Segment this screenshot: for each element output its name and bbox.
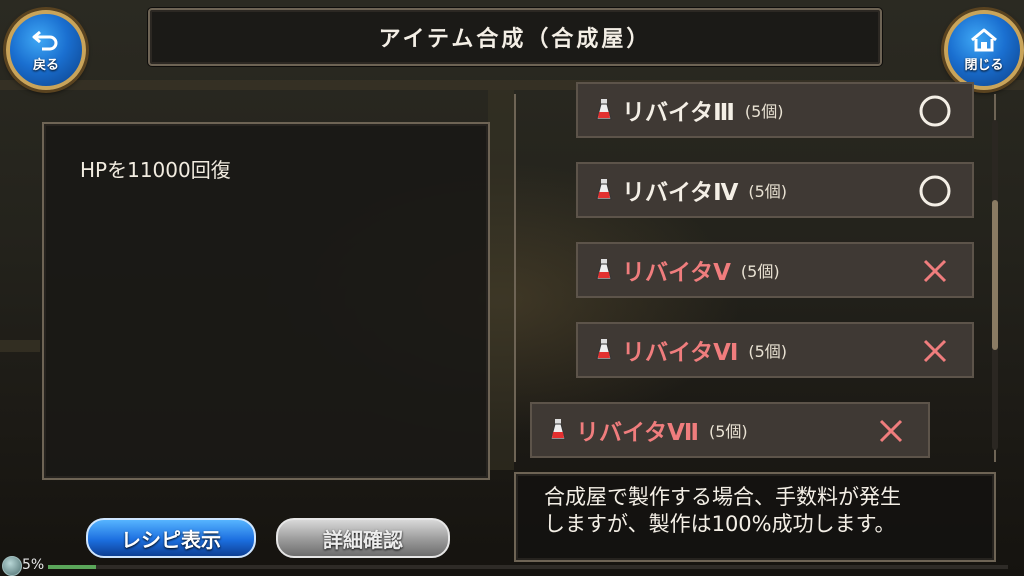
- title-bar: アイテム合成（合成屋）: [148, 8, 882, 66]
- close-button[interactable]: 閉じる: [944, 10, 1024, 90]
- recipe-list-scrollbar[interactable]: [992, 120, 998, 450]
- potion-icon: [596, 99, 612, 120]
- recipe-item[interactable]: リバイタⅤ (5個): [576, 242, 974, 298]
- info-message: 合成屋で製作する場合、手数料が発生 しますが、製作は100%成功します。: [544, 485, 901, 536]
- recipe-quantity: (5個): [708, 422, 748, 441]
- cross-icon: [923, 339, 947, 363]
- info-message-box: 合成屋で製作する場合、手数料が発生 しますが、製作は100%成功します。: [514, 472, 996, 562]
- back-button-label: 戻る: [32, 57, 59, 73]
- recipe-name: リバイタⅦ: [576, 420, 699, 446]
- recipe-quantity: (5個): [748, 182, 788, 201]
- globe-icon: [2, 556, 22, 576]
- recipe-name: リバイタⅤ: [622, 260, 731, 286]
- recipe-item[interactable]: リバイタⅢ (5個): [576, 82, 974, 138]
- detail-check-button[interactable]: 詳細確認: [276, 518, 450, 558]
- show-recipe-label: レシピ表示: [121, 527, 221, 552]
- progress-fill: [48, 565, 96, 569]
- potion-icon: [596, 259, 612, 280]
- recipe-quantity: (5個): [744, 102, 784, 121]
- recipe-item-selected[interactable]: リバイタⅦ (5個): [530, 402, 930, 458]
- close-button-label: 閉じる: [964, 57, 1004, 73]
- recipe-quantity: (5個): [748, 342, 788, 361]
- potion-icon: [596, 179, 612, 200]
- circle-icon: [919, 175, 951, 207]
- recipe-quantity: (5個): [740, 262, 780, 281]
- loading-percent: 5%: [22, 557, 45, 573]
- recipe-name: リバイタⅥ: [622, 340, 739, 366]
- recipe-item[interactable]: リバイタⅥ (5個): [576, 322, 974, 378]
- detail-check-label: 詳細確認: [323, 527, 403, 552]
- scrollbar-thumb[interactable]: [992, 200, 998, 350]
- recipe-item[interactable]: リバイタⅣ (5個): [576, 162, 974, 218]
- loading-progress: 5%: [0, 556, 1024, 576]
- potion-icon: [550, 419, 566, 440]
- item-description: HPを11000回復: [80, 158, 231, 182]
- page-title: アイテム合成（合成屋）: [378, 27, 652, 52]
- return-arrow-icon: [32, 30, 58, 50]
- cross-icon: [923, 259, 947, 283]
- home-icon: [971, 28, 997, 51]
- potion-icon: [596, 339, 612, 360]
- circle-icon: [919, 95, 951, 127]
- show-recipe-button[interactable]: レシピ表示: [86, 518, 256, 558]
- recipe-name: リバイタⅢ: [622, 100, 735, 126]
- back-button[interactable]: 戻る: [6, 10, 86, 90]
- recipe-name: リバイタⅣ: [622, 180, 739, 206]
- progress-track: [48, 565, 1008, 569]
- item-description-panel: HPを11000回復: [42, 122, 490, 480]
- cross-icon: [879, 419, 903, 443]
